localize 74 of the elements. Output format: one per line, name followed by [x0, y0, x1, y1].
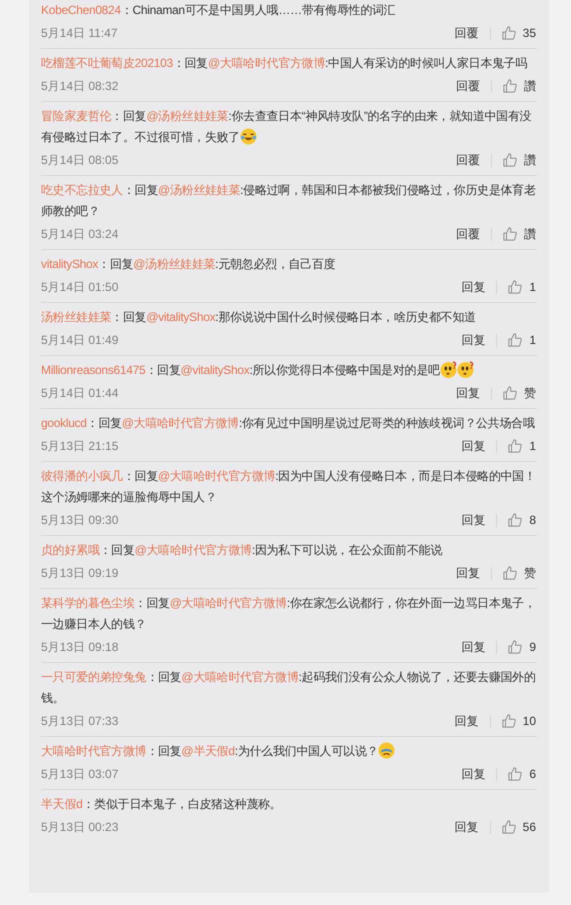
emoji-icon — [378, 742, 396, 759]
reply-link[interactable]: 回复 — [454, 712, 479, 730]
comment-text: gooklucd：回复@大嘻哈时代官方微博:你有见过中国明星说过尼哥类的种族歧视词？公共场合哦 — [41, 415, 536, 432]
like-button[interactable]: 6 — [508, 765, 537, 783]
comment-text: 贞的好累哦：回复@大嘻哈时代官方微博:因为私下可以说，在公众面前不能说 — [41, 542, 444, 559]
comment-time: 5月13日 21:15 — [41, 438, 118, 455]
reply-link[interactable]: 回复 — [456, 384, 480, 402]
comment-time: 5月14日 01:49 — [41, 332, 118, 349]
comment-text: 一只可爱的弟控兔兔：回复@大嘻哈时代官方微博:起码我们没有公众人物说了，还要去赚国外的钱。 — [41, 669, 537, 707]
comment-text: 汤粉丝娃娃菜：回复@vitalityShox:那你说说中国什么时候侵略日本，啥历史都不知道 — [41, 309, 477, 326]
thumbs-up-icon — [508, 280, 522, 294]
comment-time: 5月13日 07:33 — [41, 713, 118, 730]
comment-text: 吃史不忘拉史人：回复@汤粉丝娃娃菜:侵略过啊，韩国和日本都被我们侵略过，你历史是体育老师教的吧？ — [41, 182, 537, 220]
reply-link[interactable]: 回复 — [461, 437, 486, 455]
thumbs-up-icon — [508, 640, 522, 654]
reply-link[interactable]: 回复 — [461, 638, 486, 656]
comment-text: 彼得潘的小疯几：回复@大嘻哈时代官方微博:因为中国人没有侵略日本，而是日本侵略的中国！这个汤姆哪来的逼脸侮辱中国人？ — [41, 468, 537, 506]
comment-text: 某科学的暮色尘埃：回复@大嘻哈时代官方微博:你在家怎么说都行，你在外面一边骂日本鬼子，一边赚日本人的钱？ — [41, 595, 537, 633]
reply-link[interactable]: 回复 — [461, 765, 486, 783]
like-button[interactable]: 10 — [502, 712, 537, 730]
thumbs-up-icon — [503, 79, 517, 93]
like-button[interactable]: 讚 — [503, 77, 537, 95]
like-button[interactable]: 1 — [508, 331, 537, 349]
like-button[interactable]: 讚 — [503, 151, 537, 169]
thumbs-up-icon — [503, 566, 517, 580]
comment-time: 5月14日 01:50 — [41, 279, 118, 296]
comment-time: 5月13日 09:30 — [41, 512, 118, 529]
comment-time: 5月14日 08:05 — [41, 152, 118, 169]
reply-link[interactable]: 回复 — [454, 818, 479, 836]
like-button[interactable]: 56 — [502, 818, 537, 836]
comment-time: 5月13日 03:07 — [41, 766, 118, 783]
like-button[interactable]: 9 — [508, 638, 537, 656]
thumbs-up-icon — [508, 439, 522, 453]
comment-time: 5月14日 11:47 — [41, 25, 118, 42]
thumbs-up-icon — [503, 227, 517, 241]
comment-text: KobeChen0824：Chinaman可不是中国男人哦……带有侮辱性的词汇 — [41, 2, 396, 19]
emoji-icon — [440, 361, 457, 378]
reply-link[interactable]: 回复 — [456, 564, 480, 582]
thumbs-up-icon — [503, 386, 517, 400]
comment-time: 5月13日 09:19 — [41, 565, 118, 582]
like-button[interactable]: 1 — [508, 437, 537, 455]
emoji-icon — [456, 361, 474, 378]
thumbs-up-icon — [502, 714, 516, 728]
like-button[interactable]: 8 — [508, 511, 537, 529]
comment-text: 大嘻哈时代官方微博：回复@半天假d:为什么我们中国人可以说？ — [41, 741, 541, 762]
reply-link[interactable]: 回复 — [461, 331, 486, 349]
reply-link[interactable]: 回覆 — [456, 225, 480, 243]
like-button[interactable]: 35 — [502, 24, 537, 42]
thumbs-up-icon — [508, 333, 522, 347]
thumbs-up-icon — [502, 26, 516, 40]
like-button[interactable]: 赞 — [503, 384, 537, 402]
reply-link[interactable]: 回覆 — [454, 24, 479, 42]
comment-text: 半天假d：类似于日本鬼子，白皮猪这种蔑称。 — [41, 796, 282, 813]
reply-link[interactable]: 回复 — [461, 278, 486, 296]
thumbs-up-icon — [502, 820, 516, 834]
comment-time: 5月13日 00:23 — [41, 819, 118, 836]
emoji-icon — [240, 128, 257, 145]
reply-link[interactable]: 回覆 — [456, 151, 480, 169]
like-button[interactable]: 讚 — [503, 225, 537, 243]
reply-link[interactable]: 回复 — [461, 511, 486, 529]
comment-text: 吃榴莲不吐葡萄皮202103：回复@大嘻哈时代官方微博:中国人有采访的时候叫人家日本鬼子吗 — [41, 55, 528, 72]
comment-time: 5月14日 08:32 — [41, 78, 118, 95]
thumbs-up-icon — [503, 153, 517, 167]
comment-time: 5月14日 01:44 — [41, 385, 118, 402]
comment-time: 5月14日 03:24 — [41, 226, 118, 243]
like-button[interactable]: 1 — [508, 278, 537, 296]
comment-text: 冒险家麦哲伦：回复@汤粉丝娃娃菜:你去查查日本“神风特攻队”的名字的由来，就知道中国有没有侵略过日本了。不过很可惜，失败了 — [41, 108, 532, 147]
comment-text: Millionreasons61475：回复@vitalityShox:所以你觉得日本侵略中国是对的是吧 — [41, 360, 541, 381]
comment-text: vitalityShox：回复@汤粉丝娃娃菜:元朝忽必烈，自己百度 — [41, 256, 336, 273]
comment-time: 5月13日 09:18 — [41, 639, 118, 656]
thumbs-up-icon — [508, 767, 522, 781]
like-button[interactable]: 赞 — [503, 564, 537, 582]
reply-link[interactable]: 回覆 — [456, 77, 480, 95]
thumbs-up-icon — [508, 513, 522, 527]
